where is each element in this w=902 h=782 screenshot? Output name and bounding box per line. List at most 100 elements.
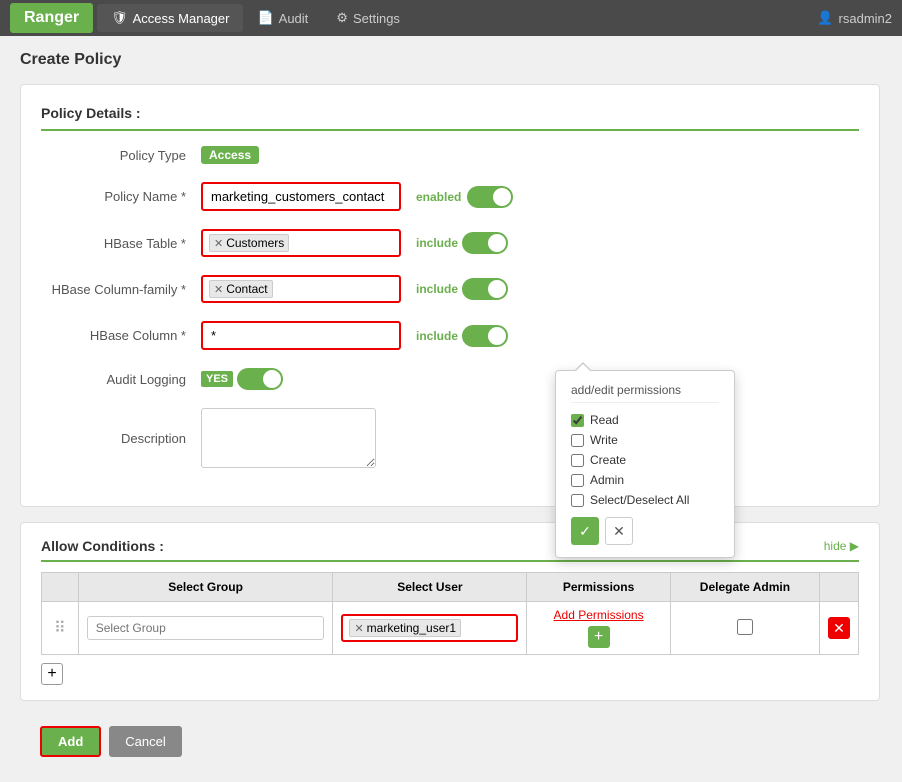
hbase-table-label: HBase Table *: [41, 236, 201, 251]
policy-type-label: Policy Type: [41, 148, 201, 163]
user-info: 👤 rsadmin2: [817, 10, 892, 26]
drag-handle-icon[interactable]: ⠿: [50, 620, 70, 637]
create-checkbox-row: Create: [571, 453, 719, 467]
document-icon: 📄: [257, 10, 273, 26]
description-input[interactable]: [201, 408, 376, 468]
admin-checkbox[interactable]: [571, 474, 584, 487]
policy-name-row: Policy Name * enabled: [41, 182, 859, 211]
create-checkbox[interactable]: [571, 454, 584, 467]
drag-handle-cell: ⠿: [42, 602, 79, 655]
nav-settings[interactable]: ⚙ Settings: [322, 4, 414, 32]
select-group-input[interactable]: [87, 616, 325, 640]
read-checkbox-row: Read: [571, 413, 719, 427]
write-label: Write: [590, 433, 618, 447]
hbase-table-tag-remove[interactable]: ✕: [214, 237, 223, 250]
description-label: Description: [41, 431, 201, 446]
allow-conditions-title-row: Allow Conditions : hide ▶: [41, 538, 859, 562]
popup-cancel-button[interactable]: ✕: [605, 517, 633, 545]
add-button[interactable]: Add: [40, 726, 101, 757]
policy-details-section-title: Policy Details :: [41, 105, 859, 131]
add-permissions-plus-button[interactable]: +: [588, 626, 610, 648]
col-permissions-header: Permissions: [527, 573, 671, 602]
select-deselect-label: Select/Deselect All: [590, 493, 689, 507]
hbase-column-input[interactable]: [201, 321, 401, 350]
shield-icon: 🛡: [111, 10, 128, 26]
user-icon: 👤: [817, 10, 833, 26]
col-delegate-admin-header: Delegate Admin: [670, 573, 819, 602]
policy-type-badge: Access: [201, 146, 259, 164]
bottom-buttons: Add Cancel: [20, 716, 880, 767]
popup-title: add/edit permissions: [571, 383, 719, 403]
hbase-table-include-toggle: include: [416, 232, 508, 254]
description-row: Description: [41, 408, 859, 468]
audit-logging-toggle-wrap: YES: [201, 368, 283, 390]
policy-details-card: Policy Details : Policy Type Access Poli…: [20, 84, 880, 507]
hbase-table-tag: ✕ Customers: [209, 234, 289, 252]
allow-conditions-title: Allow Conditions :: [41, 538, 164, 554]
permissions-cell: Add Permissions +: [527, 602, 671, 655]
hbase-column-family-label: HBase Column-family *: [41, 282, 201, 297]
add-row-plus-icon: +: [47, 665, 56, 683]
read-checkbox[interactable]: [571, 414, 584, 427]
plus-icon: +: [594, 628, 603, 646]
hbase-column-include-toggle: include: [416, 325, 508, 347]
popup-confirm-button[interactable]: ✓: [571, 517, 599, 545]
delete-row-button[interactable]: ✕: [828, 617, 850, 639]
col-action-header: [820, 573, 859, 602]
hbase-table-row: HBase Table * ✕ Customers include: [41, 229, 859, 257]
hbase-column-label: HBase Column *: [41, 328, 201, 343]
enabled-toggle[interactable]: [467, 186, 513, 208]
hide-link[interactable]: hide ▶: [824, 539, 859, 553]
hbase-column-family-tag: ✕ Contact: [209, 280, 273, 298]
select-user-input[interactable]: ✕ marketing_user1: [341, 614, 518, 642]
gear-icon: ⚙: [336, 10, 348, 26]
user-cell: ✕ marketing_user1: [333, 602, 527, 655]
hbase-column-family-toggle-switch[interactable]: [462, 278, 508, 300]
popup-arrow-inner: [576, 364, 590, 371]
add-permissions-link[interactable]: Add Permissions: [535, 608, 662, 622]
delete-icon: ✕: [833, 620, 845, 637]
hbase-column-family-input[interactable]: ✕ Contact: [201, 275, 401, 303]
hbase-column-row: HBase Column * include: [41, 321, 859, 350]
table-row: ⠿ ✕ marketing_user1: [42, 602, 859, 655]
nav-audit[interactable]: 📄 Audit: [243, 4, 322, 32]
cancel-button[interactable]: Cancel: [109, 726, 181, 757]
main-content: Create Policy Policy Details : Policy Ty…: [0, 36, 900, 782]
hbase-column-family-tag-remove[interactable]: ✕: [214, 283, 223, 296]
hbase-table-include-label: include: [416, 236, 458, 250]
delegate-admin-cell: [670, 602, 819, 655]
user-tag: ✕ marketing_user1: [349, 619, 461, 637]
col-drag: [42, 573, 79, 602]
read-label: Read: [590, 413, 619, 427]
allow-conditions-section: Allow Conditions : hide ▶ Select Group S…: [20, 522, 880, 701]
top-navigation: Ranger 🛡 Access Manager 📄 Audit ⚙ Settin…: [0, 0, 902, 36]
policy-name-input[interactable]: [201, 182, 401, 211]
enabled-label: enabled: [416, 190, 461, 204]
audit-logging-toggle[interactable]: [237, 368, 283, 390]
create-label: Create: [590, 453, 626, 467]
cancel-icon: ✕: [613, 523, 625, 540]
enabled-toggle-wrap: enabled: [416, 186, 513, 208]
policy-type-row: Policy Type Access: [41, 146, 859, 164]
audit-yes-label: YES: [201, 371, 233, 387]
confirm-icon: ✓: [579, 523, 591, 540]
delete-cell: ✕: [820, 602, 859, 655]
write-checkbox[interactable]: [571, 434, 584, 447]
permissions-popup-overlay: add/edit permissions Read Write Create A…: [555, 370, 735, 558]
brand-logo: Ranger: [10, 3, 93, 33]
user-tag-remove[interactable]: ✕: [354, 622, 363, 635]
select-deselect-checkbox-row: Select/Deselect All: [571, 493, 719, 507]
hbase-column-toggle-switch[interactable]: [462, 325, 508, 347]
policy-name-label: Policy Name *: [41, 189, 201, 204]
select-deselect-checkbox[interactable]: [571, 494, 584, 507]
add-row-button[interactable]: +: [41, 663, 63, 685]
permissions-popup: add/edit permissions Read Write Create A…: [555, 370, 735, 558]
hbase-column-family-include-label: include: [416, 282, 458, 296]
hbase-column-family-row: HBase Column-family * ✕ Contact include: [41, 275, 859, 303]
page-title: Create Policy: [20, 51, 880, 69]
delegate-admin-checkbox[interactable]: [737, 619, 753, 635]
hbase-table-input[interactable]: ✕ Customers: [201, 229, 401, 257]
nav-access-manager[interactable]: 🛡 Access Manager: [97, 4, 243, 32]
hbase-table-include-toggle-switch[interactable]: [462, 232, 508, 254]
popup-actions: ✓ ✕: [571, 517, 719, 545]
